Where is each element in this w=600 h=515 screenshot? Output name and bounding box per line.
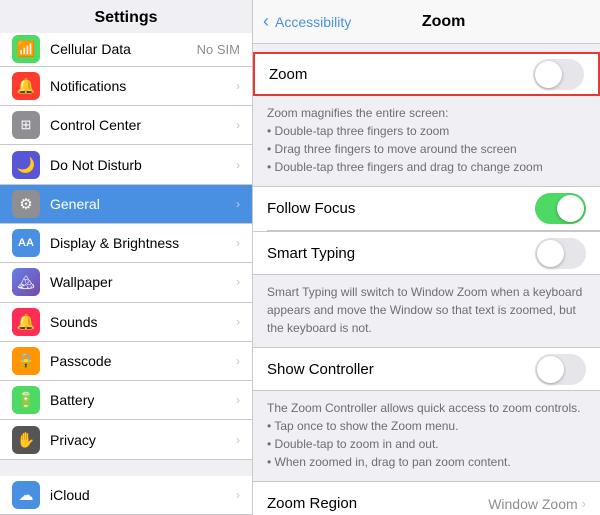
sidebar-item-cellular[interactable]: 📶 Cellular Data No SIM	[0, 33, 252, 67]
content-area: Zoom Zoom magnifies the entire screen: •…	[253, 44, 600, 515]
sidebar-item-control-center[interactable]: ⊞ Control Center ›	[0, 106, 252, 145]
sidebar-item-wallpaper[interactable]: 🏔 Wallpaper ›	[0, 263, 252, 302]
show-controller-toggle[interactable]	[535, 354, 586, 385]
sidebar-item-battery[interactable]: 🔋 Battery ›	[0, 381, 252, 420]
notifications-icon: 🔔	[12, 72, 40, 100]
passcode-arrow: ›	[236, 354, 240, 368]
smart-typing-label: Smart Typing	[267, 245, 535, 262]
sidebar-label-control-center: Control Center	[50, 117, 226, 133]
show-controller-row: Show Controller	[253, 347, 600, 391]
sidebar-item-general[interactable]: ⚙ General ›	[0, 185, 252, 224]
wallpaper-arrow: ›	[236, 275, 240, 289]
zoom-region-label: Zoom Region	[267, 495, 488, 512]
sidebar-label-battery: Battery	[50, 392, 226, 408]
zoom-region-arrow: ›	[582, 496, 586, 511]
sidebar-item-display-brightness[interactable]: AA Display & Brightness ›	[0, 224, 252, 263]
sidebar-item-do-not-disturb[interactable]: 🌙 Do Not Disturb ›	[0, 145, 252, 184]
show-controller-block: Show Controller	[253, 347, 600, 391]
sidebar-label-icloud: iCloud	[50, 487, 226, 503]
sidebar-label-display-brightness: Display & Brightness	[50, 235, 226, 251]
sidebar-label-do-not-disturb: Do Not Disturb	[50, 157, 226, 173]
control-center-arrow: ›	[236, 118, 240, 132]
general-arrow: ›	[236, 197, 240, 211]
sidebar-item-icloud[interactable]: ☁ iCloud ›	[0, 476, 252, 515]
sidebar-item-sounds[interactable]: 🔔 Sounds ›	[0, 303, 252, 342]
smart-typing-row: Smart Typing	[253, 231, 600, 275]
controller-desc-line0: The Zoom Controller allows quick access …	[267, 401, 580, 415]
zoom-region-value: Window Zoom	[488, 496, 577, 512]
sidebar-label-privacy: Privacy	[50, 432, 226, 448]
zoom-description-block: Zoom magnifies the entire screen: • Doub…	[253, 96, 600, 186]
display-brightness-arrow: ›	[236, 236, 240, 250]
main-panel: ‹ Accessibility Zoom Zoom Zoom magnifies…	[253, 0, 600, 515]
smart-typing-toggle[interactable]	[535, 238, 586, 269]
zoom-toggle-knob	[535, 61, 562, 88]
display-brightness-icon: AA	[12, 229, 40, 257]
zoom-label: Zoom	[269, 66, 533, 83]
zoom-desc-line1: • Double-tap three fingers to zoom	[267, 124, 449, 138]
sidebar-item-privacy[interactable]: ✋ Privacy ›	[0, 420, 252, 459]
follow-focus-row: Follow Focus	[253, 186, 600, 230]
sounds-arrow: ›	[236, 315, 240, 329]
sidebar-label-cellular: Cellular Data	[50, 41, 187, 57]
sidebar-label-passcode: Passcode	[50, 353, 226, 369]
cellular-icon: 📶	[12, 35, 40, 63]
icloud-arrow: ›	[236, 488, 240, 502]
show-controller-label: Show Controller	[267, 361, 535, 378]
header: ‹ Accessibility Zoom	[253, 0, 600, 44]
sidebar-label-wallpaper: Wallpaper	[50, 274, 226, 290]
zoom-desc-line2: • Drag three fingers to move around the …	[267, 142, 517, 156]
zoom-region-block: Zoom Region Window Zoom › Zoom Filter No…	[253, 481, 600, 515]
follow-focus-block: Follow Focus Smart Typing	[253, 186, 600, 275]
sidebar-item-notifications[interactable]: 🔔 Notifications ›	[0, 67, 252, 106]
privacy-arrow: ›	[236, 433, 240, 447]
controller-desc-line2: • Double-tap to zoom in and out.	[267, 437, 439, 451]
control-center-icon: ⊞	[12, 111, 40, 139]
battery-icon: 🔋	[12, 386, 40, 414]
sidebar-label-notifications: Notifications	[50, 78, 226, 94]
controller-description: The Zoom Controller allows quick access …	[253, 391, 600, 481]
sidebar-item-passcode[interactable]: 🔒 Passcode ›	[0, 342, 252, 381]
zoom-description: Zoom magnifies the entire screen: • Doub…	[267, 104, 586, 176]
zoom-region-row[interactable]: Zoom Region Window Zoom ›	[253, 481, 600, 515]
sidebar-value-cellular: No SIM	[197, 42, 240, 57]
do-not-disturb-arrow: ›	[236, 158, 240, 172]
general-icon: ⚙	[12, 190, 40, 218]
sidebar-label-sounds: Sounds	[50, 314, 226, 330]
zoom-description-title: Zoom magnifies the entire screen:	[267, 106, 448, 120]
follow-focus-knob	[557, 195, 584, 222]
back-button[interactable]: Accessibility	[275, 14, 351, 30]
smart-typing-description: Smart Typing will switch to Window Zoom …	[253, 275, 600, 347]
zoom-row: Zoom	[253, 52, 600, 96]
battery-arrow: ›	[236, 393, 240, 407]
zoom-desc-line3: • Double-tap three fingers and drag to c…	[267, 160, 543, 174]
show-controller-knob	[537, 356, 564, 383]
passcode-icon: 🔒	[12, 347, 40, 375]
do-not-disturb-icon: 🌙	[12, 151, 40, 179]
follow-focus-toggle[interactable]	[535, 193, 586, 224]
controller-desc-line1: • Tap once to show the Zoom menu.	[267, 419, 458, 433]
privacy-icon: ✋	[12, 426, 40, 454]
back-chevron-icon: ‹	[263, 11, 269, 32]
smart-typing-knob	[537, 240, 564, 267]
follow-focus-label: Follow Focus	[267, 200, 535, 217]
zoom-toggle[interactable]	[533, 59, 584, 90]
controller-desc-line3: • When zoomed in, drag to pan zoom conte…	[267, 455, 511, 469]
page-title: Zoom	[357, 13, 530, 31]
notifications-arrow: ›	[236, 79, 240, 93]
sidebar-title: Settings	[94, 9, 157, 27]
sidebar-label-general: General	[50, 196, 226, 212]
smart-typing-desc-text: Smart Typing will switch to Window Zoom …	[267, 285, 582, 335]
sounds-icon: 🔔	[12, 308, 40, 336]
sidebar: Settings 📶 Cellular Data No SIM 🔔 Notifi…	[0, 0, 253, 515]
icloud-icon: ☁	[12, 481, 40, 509]
wallpaper-icon: 🏔	[12, 268, 40, 296]
